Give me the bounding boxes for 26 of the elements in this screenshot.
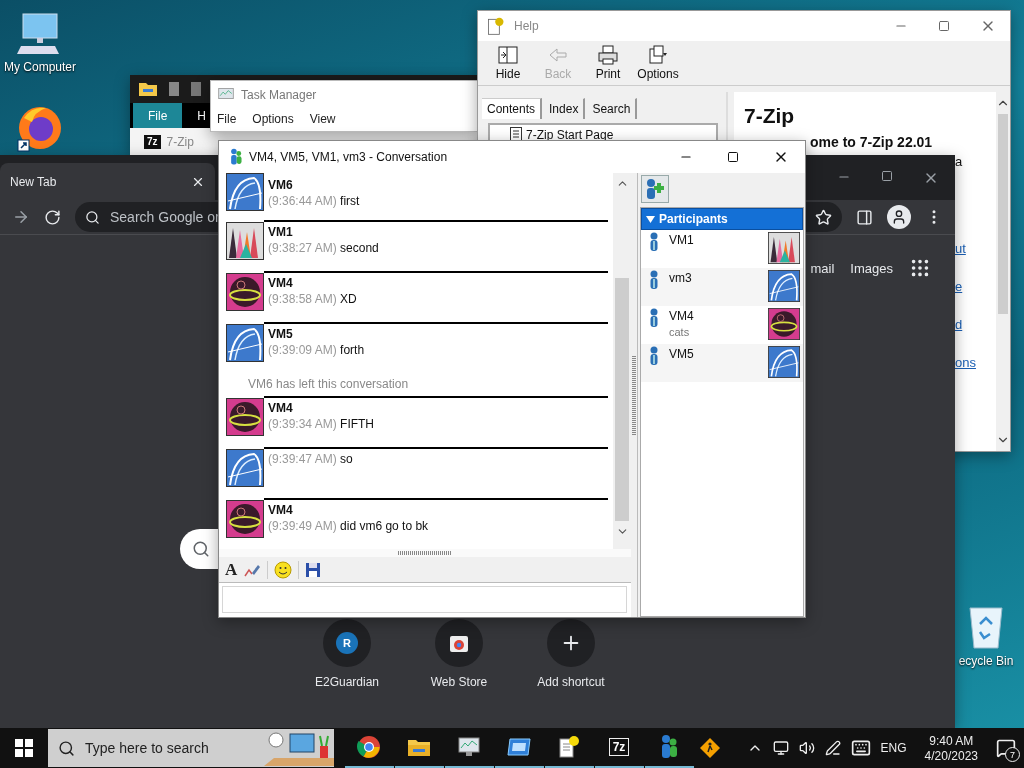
message-text: (9:36:44 AM) first	[268, 194, 361, 208]
archive-icon: 7z	[608, 738, 630, 756]
sender-name: VM4	[268, 276, 294, 290]
message-text: (9:39:09 AM) forth	[268, 343, 366, 357]
message-text: (9:39:49 AM) did vm6 go to bk	[268, 519, 430, 533]
participant-status: cats	[669, 326, 691, 338]
system-notice: VM6 has left this conversation	[247, 376, 410, 393]
sender-name: VM5	[268, 327, 294, 341]
message-text: (9:39:47 AM) so	[268, 452, 354, 466]
site-initial-icon: R	[336, 632, 358, 654]
address-text: 7-Zip	[166, 134, 194, 149]
message-text: (9:38:27 AM) second	[268, 241, 380, 255]
page-heading: 7-Zip	[744, 104, 796, 128]
message-text: (9:38:58 AM) XD	[268, 292, 358, 306]
sender-name: VM4	[268, 503, 294, 517]
archive-icon: 7z	[144, 134, 161, 149]
paragraph-text: a	[955, 154, 964, 169]
window-title: Task Manager	[241, 87, 317, 102]
sender-name: VM6	[268, 178, 294, 192]
window-title: VM4, VM5, VM1, vm3 - Conversation	[249, 150, 449, 164]
sender-name: VM1	[268, 225, 294, 239]
page-subheading: ome to 7-Zip 22.01	[810, 134, 934, 150]
sender-name: VM4	[268, 401, 294, 415]
tab-title: New Tab	[10, 174, 57, 189]
window-title: Help	[514, 19, 540, 33]
message-text: (9:39:34 AM) FIFTH	[268, 417, 376, 431]
